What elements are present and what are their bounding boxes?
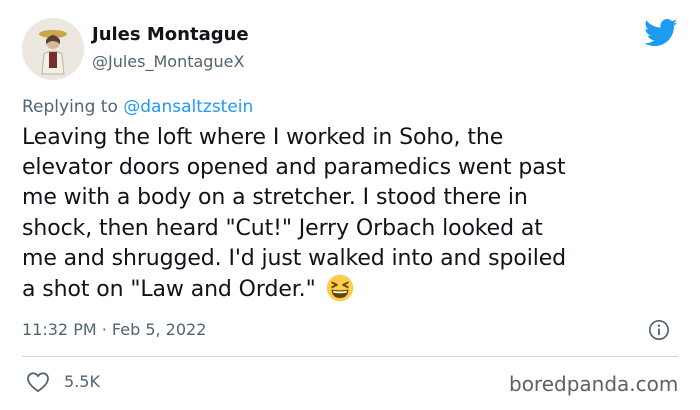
divider bbox=[22, 356, 678, 357]
tweet-timestamp[interactable]: 11:32 PM · Feb 5, 2022 bbox=[22, 320, 206, 340]
heart-icon bbox=[27, 372, 49, 393]
twitter-bird-icon[interactable] bbox=[644, 18, 678, 48]
tweet-line: Leaving the loft where I worked in Soho,… bbox=[22, 125, 504, 150]
reply-context: Replying to @dansaltzstein bbox=[22, 96, 253, 118]
reply-mention-link[interactable]: @dansaltzstein bbox=[123, 97, 253, 117]
tweet-text: Leaving the loft where I worked in Soho,… bbox=[22, 123, 684, 305]
portrait-avatar-icon bbox=[22, 18, 84, 80]
watermark: boredpanda.com bbox=[509, 372, 679, 396]
display-name[interactable]: Jules Montague bbox=[92, 24, 249, 46]
like-count: 5.5K bbox=[64, 372, 100, 391]
tweet-line: a shot on "Law and Order." bbox=[22, 277, 316, 303]
tweet-line: elevator doors opened and paramedics wen… bbox=[22, 155, 566, 181]
user-handle[interactable]: @Jules_MontagueX bbox=[92, 52, 244, 72]
reply-prefix: Replying to bbox=[22, 97, 118, 117]
tweet-line-last: a shot on "Law and Order." bbox=[22, 274, 684, 305]
tweet-line: me with a body on a stretcher. I stood t… bbox=[22, 185, 528, 211]
avatar[interactable] bbox=[22, 18, 84, 80]
grinning-squinting-face-icon bbox=[326, 274, 353, 302]
like-button[interactable]: 5.5K bbox=[22, 371, 100, 393]
tweet-line: shock, then heard "Cut!" Jerry Orbach lo… bbox=[22, 215, 543, 241]
info-icon[interactable] bbox=[648, 319, 670, 341]
tweet-line: me and shrugged. I'd just walked into an… bbox=[22, 245, 567, 271]
